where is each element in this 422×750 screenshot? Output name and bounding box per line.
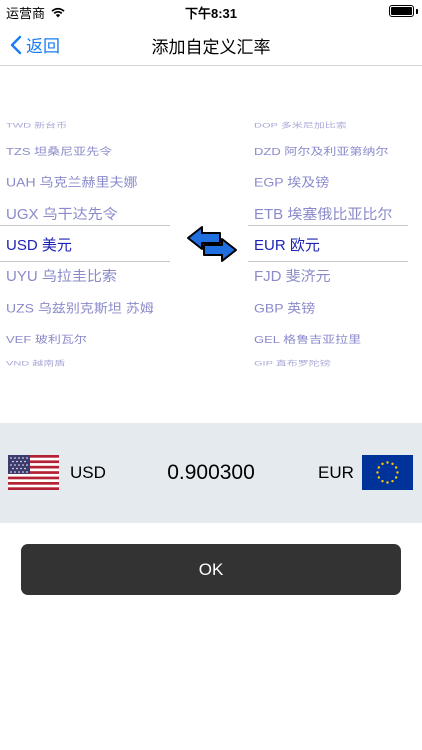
picker-selection-line (0, 225, 170, 226)
status-time: 下午8:31 (184, 6, 238, 21)
battery-icon (389, 5, 414, 17)
eu-star-icon (381, 462, 384, 466)
picker-item[interactable]: DZD 阿尔及利亚第纳尔 (254, 143, 388, 158)
picker-item-selected[interactable]: EUR 欧元 (254, 234, 320, 255)
picker-item-selected[interactable]: USD 美元 (6, 234, 72, 255)
eu-star-icon (386, 481, 389, 484)
ok-button[interactable]: OK (21, 544, 401, 595)
swap-arrows-icon[interactable] (186, 225, 238, 263)
picker-item[interactable]: UGX 乌干达先令 (6, 203, 118, 223)
picker-item[interactable]: TWD 新台币 (6, 120, 67, 130)
eu-star-icon (391, 479, 394, 483)
eu-star-icon (377, 476, 381, 479)
picker-item[interactable]: FJD 斐济元 (254, 265, 331, 285)
picker-selection-line (0, 261, 170, 262)
picker-item[interactable]: UYU 乌拉圭比索 (6, 265, 117, 285)
to-currency-picker[interactable]: DKK 丹麦克朗DOP 多米尼加比索DZD 阿尔及利亚第纳尔EGP 埃及镑ETB… (248, 118, 422, 368)
eu-star-icon (391, 462, 394, 466)
page-title: 添加自定义汇率 (151, 38, 271, 57)
picker-selection-line (248, 225, 408, 226)
picker-item[interactable]: ETB 埃塞俄比亚比尔 (254, 203, 392, 223)
picker-item[interactable]: GIP 直布罗陀镑 (254, 358, 331, 368)
picker-item[interactable]: GEL 格鲁吉亚拉里 (254, 331, 361, 346)
rate-panel: USD 0.900300 EUR (0, 423, 422, 523)
picker-item[interactable]: GBP 英镑 (254, 299, 315, 317)
navigation-bar: 返回 添加自定义汇率 (0, 22, 422, 66)
picker-item[interactable]: UAH 乌克兰赫里夫娜 (6, 173, 137, 191)
eu-star-icon (377, 466, 381, 469)
eu-star-icon (394, 476, 398, 479)
picker-item[interactable]: VEF 玻利瓦尔 (6, 331, 87, 346)
status-bar: 运营商 下午8:31 (0, 0, 422, 22)
eu-star-icon (386, 461, 389, 464)
eu-flag-icon (362, 455, 413, 490)
battery-tip (416, 9, 418, 14)
picker-item[interactable]: UZS 乌兹别克斯坦 苏姆 (6, 299, 154, 317)
to-currency-code: EUR (318, 463, 354, 482)
eu-star-icon (376, 471, 379, 474)
picker-item[interactable]: DOP 多米尼加比索 (254, 120, 347, 130)
eu-star-icon (396, 471, 399, 474)
eu-star-icon (381, 479, 384, 483)
eu-star-icon (394, 466, 398, 469)
from-currency-picker[interactable]: TTD 特立尼达和多巴哥元TWD 新台币TZS 坦桑尼亚先令UAH 乌克兰赫里夫… (0, 118, 172, 368)
picker-item[interactable]: EGP 埃及镑 (254, 173, 329, 191)
exchange-rate-value: 0.900300 (167, 461, 255, 484)
picker-item[interactable]: TZS 坦桑尼亚先令 (6, 143, 112, 158)
picker-item[interactable]: VND 越南盾 (6, 358, 65, 368)
picker-selection-line (248, 261, 408, 262)
